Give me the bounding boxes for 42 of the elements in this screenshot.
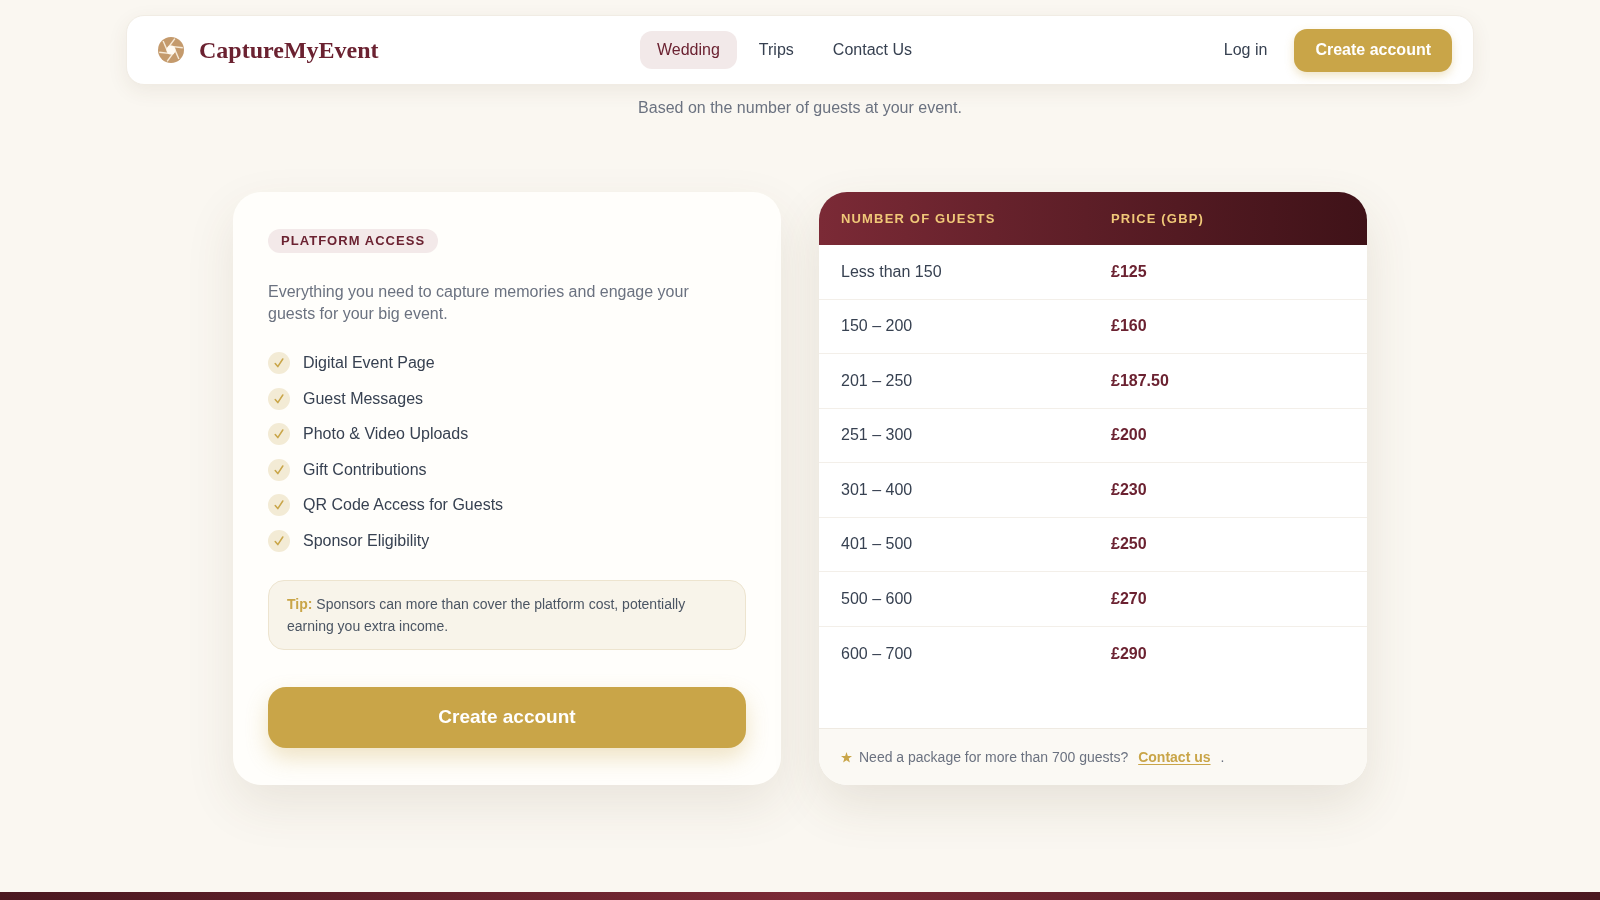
price-cell-text: £200 <box>1110 425 1147 446</box>
guest-range-cell-text: 600 – 700 <box>840 643 914 664</box>
column-header: PRICE (GBP) <box>1110 209 1205 228</box>
feature-label: QR Code Access for Guests <box>303 495 504 516</box>
star-icon <box>841 751 852 763</box>
guest-range-cell-text: 301 – 400 <box>840 479 914 500</box>
price-cell-text: £270 <box>1110 588 1147 609</box>
subtitle-text: Based on the number of guests at your event. <box>637 98 963 118</box>
price-cell-text: £160 <box>1110 316 1147 337</box>
price-cell-text: £290 <box>1110 643 1147 664</box>
feature-label: Sponsor Eligibility <box>303 530 430 551</box>
plan-badge: PLATFORM ACCESS <box>268 229 439 253</box>
check-icon <box>268 352 290 374</box>
check-icon <box>268 387 290 410</box>
feature-label: Guest Messages <box>303 388 424 409</box>
brand-name: CaptureMyEvent <box>199 36 379 65</box>
plan-description: Everything you need to capture memories and engage your guests for your big event. <box>268 282 690 324</box>
guest-range-cell-text: 150 – 200 <box>840 316 914 337</box>
price-cell-text: £125 <box>1110 261 1147 282</box>
nav-tab[interactable]: Trips <box>741 31 811 69</box>
feature-label: Gift Contributions <box>303 459 427 480</box>
guest-range-cell-text: Less than 150 <box>840 261 943 282</box>
price-cell-text: £187.50 <box>1110 370 1169 391</box>
check-icon <box>268 529 290 552</box>
aperture-logo-icon <box>158 37 184 63</box>
feature-label: Photo & Video Uploads <box>303 424 469 445</box>
guest-range-cell-text: 251 – 300 <box>840 425 914 446</box>
check-icon <box>268 423 290 446</box>
nav-tab[interactable]: Contact Us <box>815 31 929 69</box>
footer-note: Need a package for more than 700 guests? Contact us . <box>859 748 1225 767</box>
nav-tab[interactable]: Wedding <box>640 31 737 69</box>
guest-range-cell-text: 401 – 500 <box>840 534 914 555</box>
guest-range-cell-text: 500 – 600 <box>840 588 914 609</box>
feature-label: Digital Event Page <box>303 353 435 373</box>
guest-range-cell-text: 201 – 250 <box>840 370 914 391</box>
check-icon <box>268 494 290 517</box>
check-icon <box>268 458 290 481</box>
tip-text: Tip: Sponsors can more than cover the platform cost, potentially earning you extra income. <box>287 594 687 636</box>
price-cell-text: £250 <box>1110 534 1147 555</box>
price-cell-text: £230 <box>1110 479 1147 500</box>
column-header: NUMBER OF GUESTS <box>840 209 997 228</box>
log-in-link[interactable]: Log in <box>1223 39 1268 61</box>
